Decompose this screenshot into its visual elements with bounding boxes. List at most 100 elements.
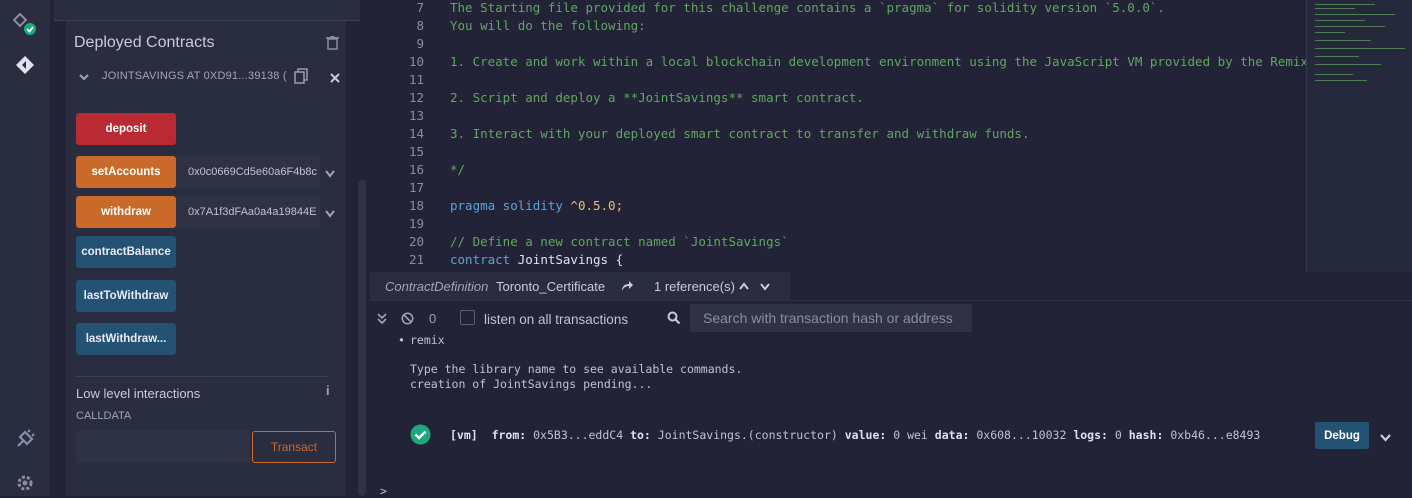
code-line: pragma solidity ^0.5.0; <box>450 198 623 213</box>
line-number: 17 <box>408 180 424 195</box>
version-literal: ^0.5.0; <box>562 198 624 213</box>
chevron-down-icon[interactable] <box>324 166 336 184</box>
transaction-summary[interactable]: [vm] from: 0x5B3...eddC4 to: JointSaving… <box>450 428 1260 442</box>
logs-value: 0 <box>1114 428 1122 442</box>
line-number: 21 <box>408 252 424 267</box>
minimap-line <box>1315 32 1345 33</box>
references-count: 1 reference(s) <box>654 279 735 294</box>
close-icon[interactable] <box>330 70 340 88</box>
chevron-up-icon[interactable] <box>738 280 750 295</box>
contract-balance-button[interactable]: contractBalance <box>76 236 176 268</box>
pending-message: creation of JointSavings pending... <box>410 377 653 391</box>
identifier: JointSavings { <box>510 252 624 267</box>
minimap-line <box>1315 80 1367 81</box>
last-withdraw-amount-button[interactable]: lastWithdraw... <box>76 323 176 355</box>
data-value: 0x608...10032 <box>976 428 1067 442</box>
line-number: 19 <box>408 216 424 231</box>
transact-button[interactable]: Transact <box>252 431 336 463</box>
hash-label: hash: <box>1128 428 1164 442</box>
deployed-contract-header[interactable]: JOINTSAVINGS AT 0XD91...39138 ( <box>78 68 346 88</box>
terminal-output: • remix Type the library name to see ava… <box>370 333 1412 498</box>
collapse-terminal-icon[interactable] <box>377 312 387 330</box>
definition-name: Toronto_Certificate <box>496 279 606 294</box>
code-line: 1. Create and work within a local blockc… <box>450 54 1346 69</box>
line-number: 20 <box>408 234 424 249</box>
deploy-run-icon[interactable] <box>12 52 38 78</box>
compiler-icon[interactable] <box>12 10 38 36</box>
listen-label: listen on all transactions <box>484 312 629 327</box>
chevron-down-icon[interactable] <box>78 70 90 88</box>
withdraw-input[interactable]: 0x7A1f3dFAa0a4a19844E <box>176 196 320 228</box>
from-value: 0x5B3...eddC4 <box>533 428 624 442</box>
line-number: 11 <box>408 72 424 87</box>
plugin-manager-icon[interactable] <box>12 426 38 452</box>
minimap-line <box>1315 4 1375 5</box>
transaction-search-input[interactable]: Search with transaction hash or address <box>690 304 972 332</box>
clear-console-icon[interactable] <box>401 312 414 330</box>
minimap-line <box>1315 8 1355 9</box>
minimap-line <box>1315 26 1385 27</box>
listen-checkbox[interactable] <box>460 310 475 325</box>
share-arrow-icon[interactable] <box>620 280 634 295</box>
value-value: 0 wei <box>893 428 928 442</box>
trash-icon[interactable] <box>326 36 339 55</box>
terminal-hint: Type the library name to see available c… <box>410 362 743 376</box>
withdraw-button[interactable]: withdraw <box>76 196 176 228</box>
settings-gear-icon[interactable] <box>12 470 38 496</box>
line-number: 10 <box>408 54 424 69</box>
line-number: 9 <box>416 36 424 51</box>
line-number: 12 <box>408 90 424 105</box>
calldata-input[interactable] <box>76 431 250 463</box>
set-accounts-input[interactable]: 0x0c0669Cd5e60a6F4b8c <box>176 156 320 188</box>
data-label: data: <box>934 428 970 442</box>
success-check-icon <box>410 424 431 450</box>
deposit-button[interactable]: deposit <box>76 113 176 145</box>
logs-label: logs: <box>1073 428 1108 442</box>
panel-scrollbar[interactable] <box>358 180 366 496</box>
deployed-contracts-title: Deployed Contracts <box>74 34 215 51</box>
code-line: The Starting file provided for this chal… <box>450 0 1165 15</box>
last-to-withdraw-button[interactable]: lastToWithdraw <box>76 280 176 312</box>
chevron-down-icon[interactable] <box>759 280 771 295</box>
panel-top-strip <box>54 0 360 21</box>
keyword: pragma solidity <box>450 198 563 213</box>
to-label: to: <box>630 428 651 442</box>
value-label: value: <box>844 428 887 442</box>
minimap-line <box>1315 56 1359 57</box>
line-number: 16 <box>408 162 424 177</box>
icon-sidebar <box>0 0 50 496</box>
contract-instance-name: JOINTSAVINGS AT 0XD91...39138 ( <box>102 70 287 82</box>
code-line: contract JointSavings { <box>450 252 623 267</box>
line-number: 8 <box>416 18 424 33</box>
code-line: */ <box>450 162 466 177</box>
set-accounts-button[interactable]: setAccounts <box>76 156 176 188</box>
low-level-interactions-title: Low level interactions <box>76 386 201 401</box>
minimap-line <box>1315 20 1365 21</box>
editor-minimap[interactable] <box>1306 0 1412 272</box>
bullet: • <box>398 333 405 347</box>
debug-button[interactable]: Debug <box>1315 422 1369 449</box>
reference-bar: ContractDefinition Toronto_Certificate 1… <box>370 272 790 300</box>
to-value: JointSavings.(constructor) <box>657 428 838 442</box>
from-label: from: <box>491 428 527 442</box>
code-line: 2. Script and deploy a **JointSavings** … <box>450 90 864 105</box>
hash-value: 0xb46...e8493 <box>1170 428 1261 442</box>
remix-list-item: remix <box>410 333 445 347</box>
keyword: contract <box>450 252 511 267</box>
info-icon[interactable]: i <box>326 383 330 398</box>
pending-tx-count: 0 <box>429 311 437 326</box>
minimap-line <box>1315 64 1381 65</box>
minimap-line <box>1315 48 1405 49</box>
minimap-line <box>1315 40 1371 41</box>
code-line: 3. Interact with your deployed smart con… <box>450 126 1030 141</box>
code-editor[interactable]: 7 The Starting file provided for this ch… <box>370 0 1346 272</box>
definition-kind: ContractDefinition <box>385 279 489 294</box>
code-line: // Define a new contract named `JointSav… <box>450 234 789 249</box>
chevron-down-icon[interactable] <box>324 206 336 224</box>
minimap-line <box>1315 14 1395 15</box>
search-icon <box>667 311 681 330</box>
copy-icon[interactable] <box>294 68 308 89</box>
chevron-down-icon[interactable] <box>1379 430 1392 448</box>
vm-tag: [vm] <box>450 428 478 442</box>
line-number: 7 <box>416 0 424 15</box>
